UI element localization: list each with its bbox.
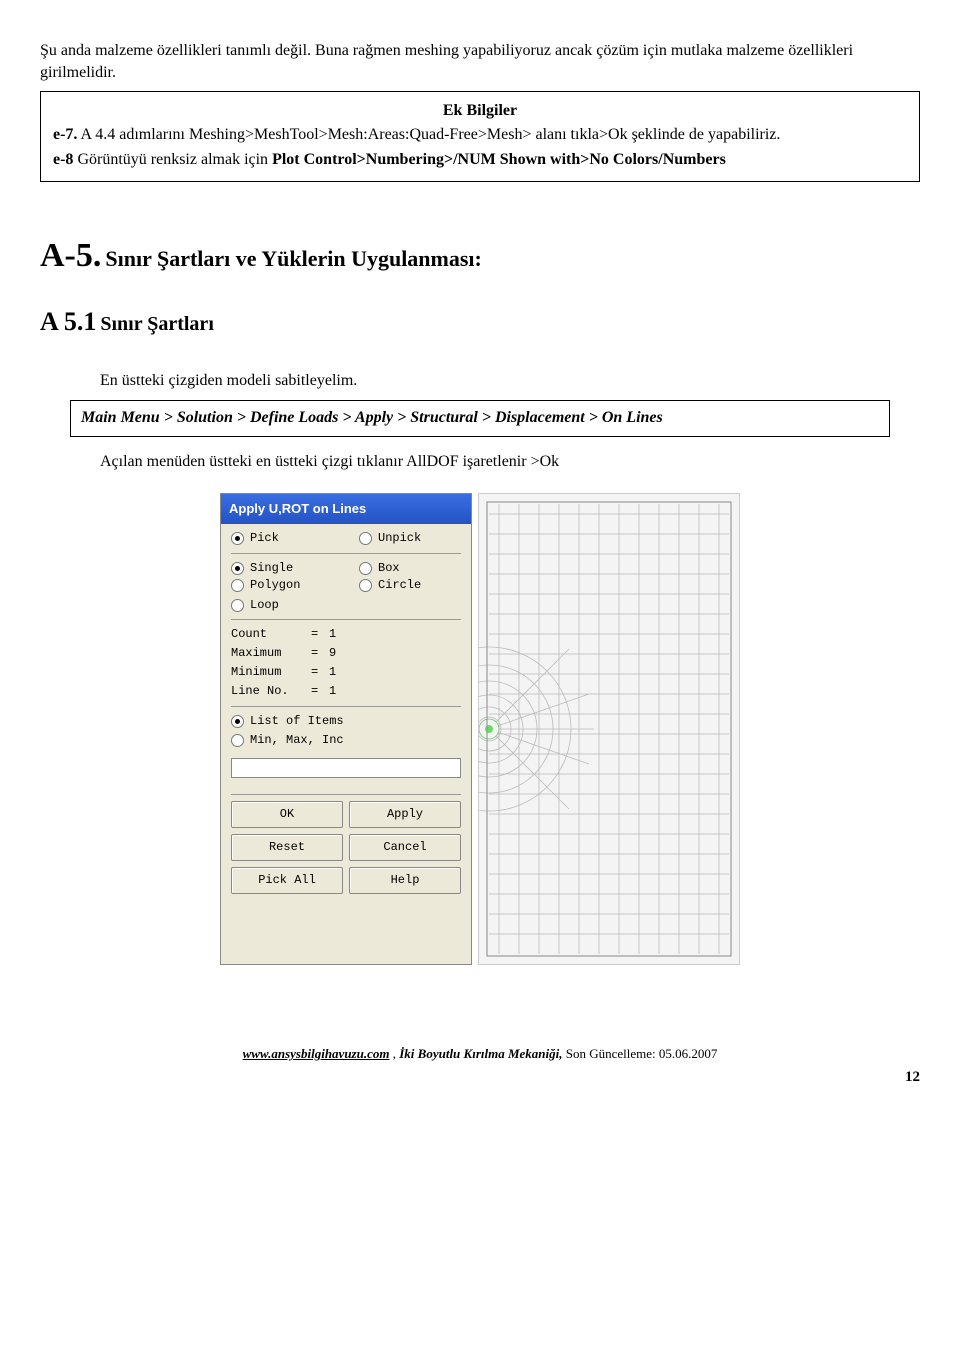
figure-area: Apply U,ROT on Lines Pick Unpick Single (40, 493, 920, 965)
lineno-value: 1 (329, 683, 336, 700)
radio-loop-label: Loop (250, 597, 279, 614)
section-a5-heading: A-5. Sınır Şartları ve Yüklerin Uygulanm… (40, 232, 920, 280)
divider (231, 619, 461, 620)
a51-title: Sınır Şartları (100, 313, 214, 335)
intro-paragraph: Şu anda malzeme özellikleri tanımlı deği… (40, 40, 920, 85)
mesh-preview (478, 493, 740, 965)
list-items-label: List of Items (250, 713, 344, 730)
reset-button[interactable]: Reset (231, 834, 343, 861)
a5-title: Sınır Şartları ve Yüklerin Uygulanması: (105, 246, 481, 271)
divider (231, 706, 461, 707)
info-e7-text: A 4.4 adımlarını Meshing>MeshTool>Mesh:A… (77, 126, 780, 143)
help-button[interactable]: Help (349, 867, 461, 894)
footer-date: Son Güncelleme: 05.06.2007 (563, 1046, 718, 1061)
row-maximum: Maximum = 9 (231, 645, 461, 662)
radio-list-items[interactable]: List of Items (231, 713, 461, 730)
footer-site: www.ansysbilgihavuzu.com (243, 1046, 390, 1061)
radio-minmax[interactable]: Min, Max, Inc (231, 732, 461, 749)
radio-single-label: Single (250, 560, 293, 577)
apply-button[interactable]: Apply (349, 801, 461, 828)
radio-box[interactable]: Box (359, 560, 459, 577)
info-box: Ek Bilgiler e-7. A 4.4 adımlarını Meshin… (40, 91, 920, 182)
section-a51-heading: A 5.1 Sınır Şartları (40, 304, 920, 340)
a51-paragraph-1: En üstteki çizgiden modeli sabitleyelim. (100, 370, 920, 392)
mesh-icon (479, 494, 739, 964)
radio-circle-label: Circle (378, 577, 421, 594)
radio-dot-icon (231, 715, 244, 728)
pick-text-input[interactable] (231, 758, 461, 778)
info-e8-text: Görüntüyü renksiz almak için (73, 151, 272, 168)
pick-all-button[interactable]: Pick All (231, 867, 343, 894)
radio-loop[interactable]: Loop (231, 597, 461, 614)
a5-number: A-5. (40, 237, 101, 274)
a51-number: A 5.1 (40, 307, 96, 336)
cancel-button[interactable]: Cancel (349, 834, 461, 861)
info-e7-tag: e-7. (53, 126, 77, 143)
page-footer: www.ansysbilgihavuzu.com , İki Boyutlu K… (40, 1045, 920, 1063)
radio-box-label: Box (378, 560, 400, 577)
info-line-e8: e-8 Görüntüyü renksiz almak için Plot Co… (53, 149, 907, 171)
eq-sign: = (311, 664, 325, 681)
eq-sign: = (311, 683, 325, 700)
info-box-title: Ek Bilgiler (53, 100, 907, 122)
radio-pick[interactable]: Pick (231, 530, 331, 547)
radio-dot-icon (359, 532, 372, 545)
ok-button[interactable]: OK (231, 801, 343, 828)
radio-polygon[interactable]: Polygon (231, 577, 331, 594)
divider (231, 553, 461, 554)
eq-sign: = (311, 645, 325, 662)
radio-single[interactable]: Single (231, 560, 331, 577)
command-path-box: Main Menu > Solution > Define Loads > Ap… (70, 400, 890, 436)
lineno-label: Line No. (231, 683, 307, 700)
dialog-title: Apply U,ROT on Lines (221, 494, 471, 524)
radio-dot-icon (359, 562, 372, 575)
radio-circle[interactable]: Circle (359, 577, 459, 594)
radio-pick-label: Pick (250, 530, 279, 547)
info-e8-cmd: Plot Control>Numbering>/NUM Shown with>N… (272, 151, 726, 168)
count-value: 1 (329, 626, 336, 643)
radio-dot-icon (231, 532, 244, 545)
a51-paragraph-2: Açılan menüden üstteki en üstteki çizgi … (100, 451, 920, 473)
min-value: 1 (329, 664, 336, 681)
min-label: Minimum (231, 664, 307, 681)
footer-sep: , (389, 1046, 399, 1061)
row-lineno: Line No. = 1 (231, 683, 461, 700)
row-count: Count = 1 (231, 626, 461, 643)
info-e8-tag: e-8 (53, 151, 73, 168)
radio-polygon-label: Polygon (250, 577, 300, 594)
info-line-e7: e-7. A 4.4 adımlarını Meshing>MeshTool>M… (53, 124, 907, 146)
radio-unpick-label: Unpick (378, 530, 421, 547)
radio-dot-icon (231, 562, 244, 575)
minmax-label: Min, Max, Inc (250, 732, 344, 749)
apply-urot-dialog: Apply U,ROT on Lines Pick Unpick Single (220, 493, 472, 965)
row-minimum: Minimum = 1 (231, 664, 461, 681)
max-label: Maximum (231, 645, 307, 662)
a51-p2-text: Açılan menüden üstteki en üstteki çizgi … (100, 453, 559, 470)
radio-dot-icon (231, 599, 244, 612)
max-value: 9 (329, 645, 336, 662)
count-label: Count (231, 626, 307, 643)
page-number: 12 (40, 1067, 920, 1088)
radio-dot-icon (231, 579, 244, 592)
divider (231, 794, 461, 795)
radio-dot-icon (359, 579, 372, 592)
eq-sign: = (311, 626, 325, 643)
radio-dot-icon (231, 734, 244, 747)
footer-doc: İki Boyutlu Kırılma Mekaniği, (399, 1046, 562, 1061)
radio-unpick[interactable]: Unpick (359, 530, 459, 547)
